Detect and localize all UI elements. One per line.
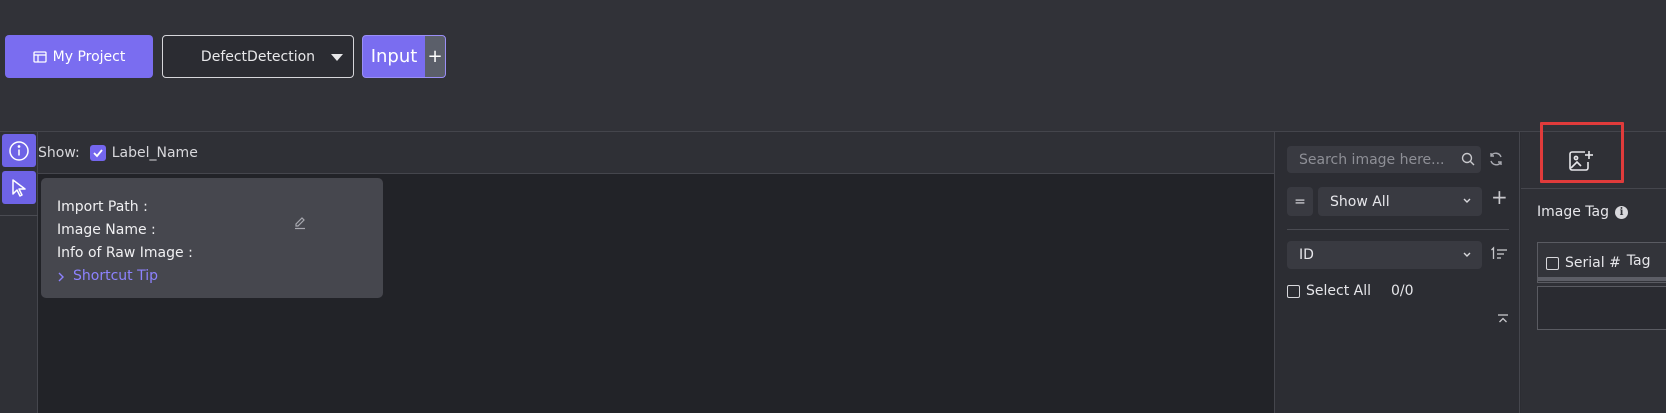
search-input[interactable]: Search image here... xyxy=(1287,146,1481,173)
tag-select-all-checkbox[interactable] xyxy=(1546,256,1559,270)
label-name-checkbox[interactable] xyxy=(89,144,106,161)
chevron-down-icon xyxy=(1463,252,1471,257)
refresh-icon[interactable] xyxy=(1488,151,1504,167)
search-icon[interactable] xyxy=(1461,152,1475,166)
chevron-right-icon xyxy=(58,272,64,281)
filter-select-value: Show All xyxy=(1330,193,1390,210)
input-button[interactable]: Input + xyxy=(362,35,446,78)
show-label: Show: xyxy=(38,144,80,161)
my-project-button[interactable]: My Project xyxy=(5,35,153,78)
chevron-down-icon xyxy=(1463,198,1471,203)
select-all-label: Select All xyxy=(1306,283,1371,299)
my-project-label: My Project xyxy=(52,48,126,65)
sort-field-select[interactable]: ID xyxy=(1287,241,1482,269)
add-filter-button[interactable]: + xyxy=(1491,187,1508,207)
tag-column-header: Tag xyxy=(1626,253,1651,269)
add-image-icon[interactable] xyxy=(1568,149,1594,173)
sort-field-value: ID xyxy=(1299,247,1314,263)
search-placeholder: Search image here... xyxy=(1299,151,1445,168)
raw-image-info-label: Info of Raw Image : xyxy=(57,245,193,261)
caret-down-icon xyxy=(331,54,343,61)
tag-table-columns: Serial # Tag xyxy=(1546,253,1651,271)
input-label: Input xyxy=(370,46,418,67)
project-select-value: DefectDetection xyxy=(200,48,316,65)
sort-order-icon[interactable] xyxy=(1490,246,1508,262)
select-all-row: Select All 0/0 xyxy=(1287,281,1414,301)
info-icon xyxy=(9,140,29,161)
select-all-checkbox[interactable] xyxy=(1287,284,1300,298)
info-circle-icon[interactable]: i xyxy=(1615,205,1628,219)
select-tool-button[interactable] xyxy=(2,171,36,204)
edit-icon[interactable] xyxy=(293,216,307,230)
label-name-text: Label_Name xyxy=(111,144,198,161)
image-count: 0/0 xyxy=(1391,283,1414,299)
image-info-card: Import Path : Image Name : Info of Raw I… xyxy=(41,178,383,298)
list-divider xyxy=(1287,229,1509,230)
image-tag-heading: Image Tag i xyxy=(1537,204,1628,220)
cursor-icon xyxy=(12,178,26,197)
shortcut-tip-label: Shortcut Tip xyxy=(73,268,158,284)
add-input-button[interactable]: + xyxy=(425,36,445,77)
filter-operator-button[interactable]: = xyxy=(1287,187,1313,216)
check-icon xyxy=(93,148,103,157)
project-select[interactable]: DefectDetection xyxy=(162,35,354,78)
image-name-label: Image Name : xyxy=(57,222,156,238)
shortcut-tip-toggle[interactable]: Shortcut Tip xyxy=(57,265,367,288)
serial-column-header: Serial # xyxy=(1565,255,1621,271)
info-tool-button[interactable] xyxy=(2,134,36,167)
filter-select[interactable]: Show All xyxy=(1318,187,1482,216)
scroll-to-top-icon[interactable] xyxy=(1497,313,1509,325)
image-tag-label: Image Tag xyxy=(1537,204,1609,220)
tag-table-body xyxy=(1537,286,1666,330)
tag-table-scrollbar[interactable] xyxy=(1538,277,1666,281)
image-list-panel xyxy=(1274,132,1520,413)
import-path-label: Import Path : xyxy=(57,199,148,215)
display-options-bar: Show: Label_Name xyxy=(38,132,1274,174)
project-icon xyxy=(32,50,47,63)
tab-divider xyxy=(1521,188,1666,189)
rail-divider xyxy=(0,215,38,216)
